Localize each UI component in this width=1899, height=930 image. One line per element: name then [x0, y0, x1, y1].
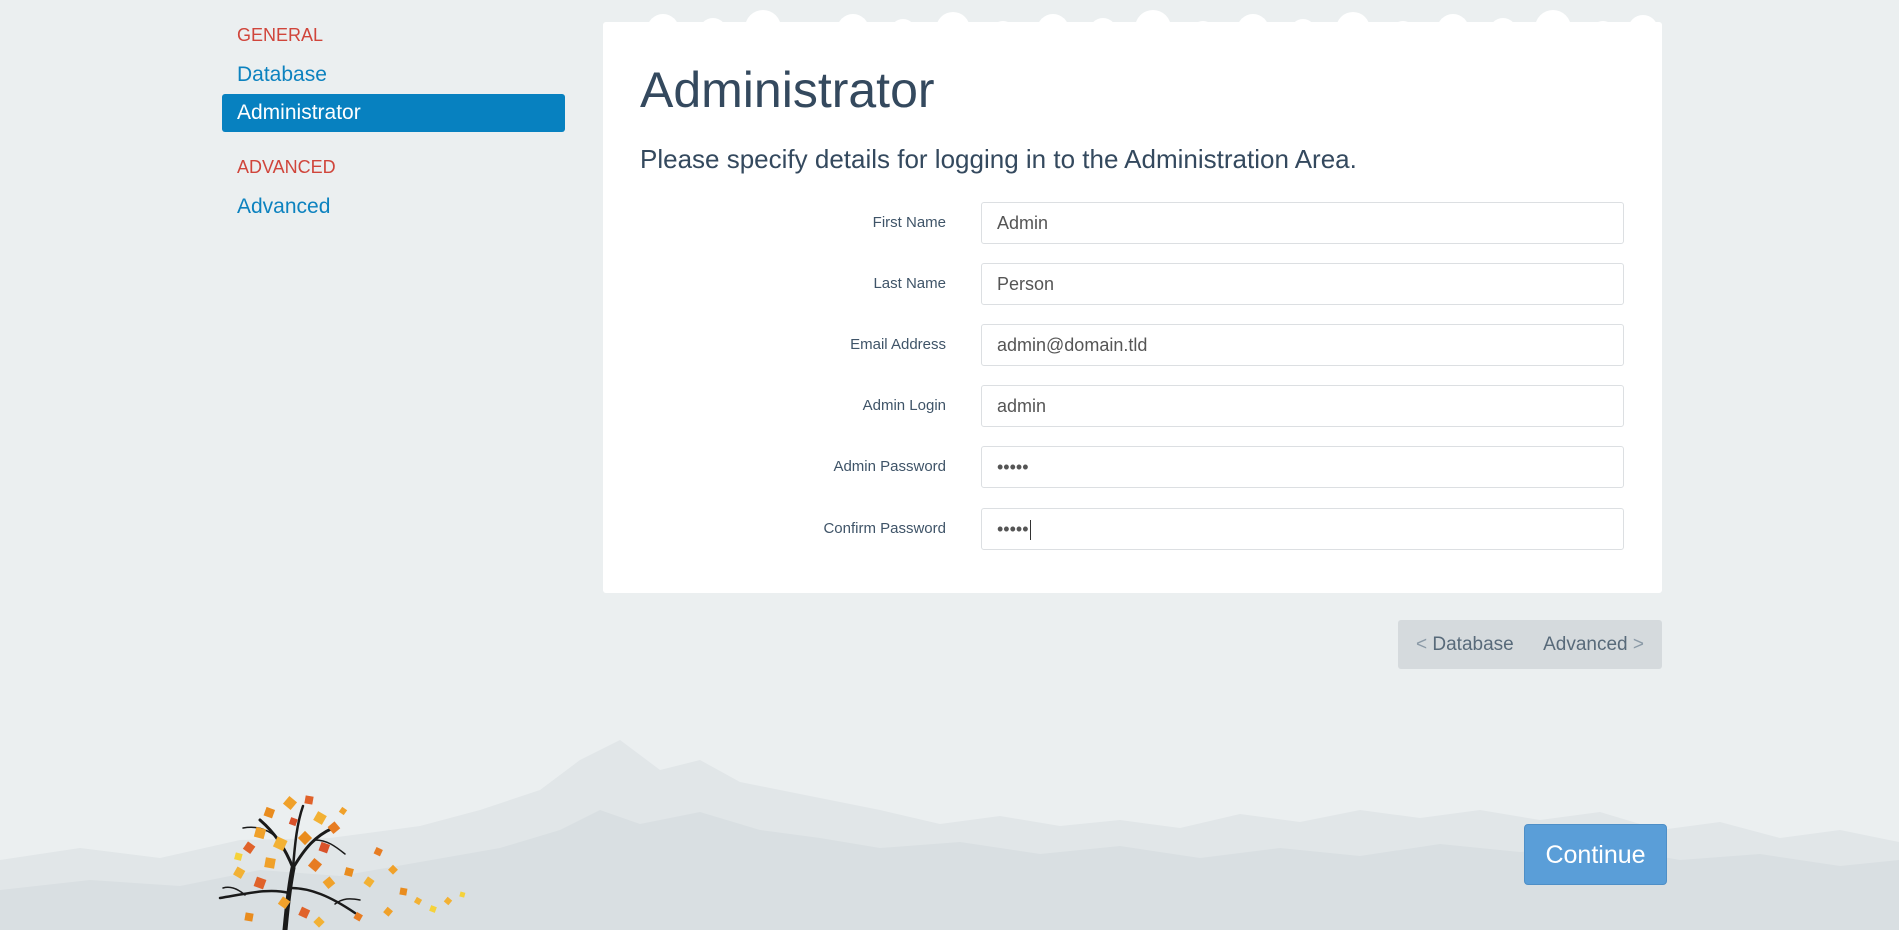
chevron-left-icon: < — [1416, 634, 1428, 655]
page-title: Administrator — [640, 62, 935, 118]
sidebar-nav: GENERAL Database Administrator ADVANCED … — [222, 22, 565, 226]
confirm-password-value: ••••• — [997, 519, 1029, 539]
sidebar-heading-advanced: ADVANCED — [237, 157, 336, 177]
next-step-link[interactable]: Advanced > — [1543, 620, 1644, 669]
email-address-label: Email Address — [850, 336, 946, 353]
first-name-label: First Name — [872, 214, 946, 231]
last-name-label: Last Name — [873, 275, 946, 292]
previous-step-link[interactable]: < Database — [1416, 620, 1514, 669]
next-step-label: Advanced — [1543, 634, 1628, 655]
form-row-last-name: Last Name Person — [603, 263, 1662, 305]
first-name-input[interactable]: Admin — [981, 202, 1624, 244]
sidebar-item-administrator[interactable]: Administrator — [222, 94, 565, 132]
form-row-admin-login: Admin Login admin — [603, 385, 1662, 427]
step-navigation: < Database Advanced > — [1398, 620, 1662, 669]
admin-login-label: Admin Login — [862, 397, 946, 414]
chevron-right-icon: > — [1632, 634, 1644, 655]
admin-password-input[interactable]: ••••• — [981, 446, 1624, 488]
page-subtitle: Please specify details for logging in to… — [640, 144, 1357, 174]
previous-step-label: Database — [1432, 634, 1514, 655]
sidebar-heading-general: GENERAL — [237, 25, 324, 45]
form-row-confirm-password: Confirm Password ••••• — [603, 508, 1662, 550]
admin-login-input[interactable]: admin — [981, 385, 1624, 427]
last-name-input[interactable]: Person — [981, 263, 1624, 305]
confirm-password-label: Confirm Password — [823, 520, 946, 537]
form-row-admin-password: Admin Password ••••• — [603, 446, 1662, 488]
continue-button[interactable]: Continue — [1524, 824, 1667, 885]
sidebar-item-advanced[interactable]: Advanced — [222, 188, 565, 226]
text-caret — [1029, 520, 1031, 541]
confirm-password-input[interactable]: ••••• — [981, 508, 1624, 550]
form-row-first-name: First Name Admin — [603, 202, 1662, 244]
form-row-email: Email Address admin@domain.tld — [603, 324, 1662, 366]
admin-password-label: Admin Password — [833, 458, 946, 475]
email-address-input[interactable]: admin@domain.tld — [981, 324, 1624, 366]
sidebar-item-database[interactable]: Database — [222, 56, 565, 94]
administrator-card: Administrator Please specify details for… — [603, 22, 1662, 593]
autumn-tree-logo — [218, 795, 466, 930]
